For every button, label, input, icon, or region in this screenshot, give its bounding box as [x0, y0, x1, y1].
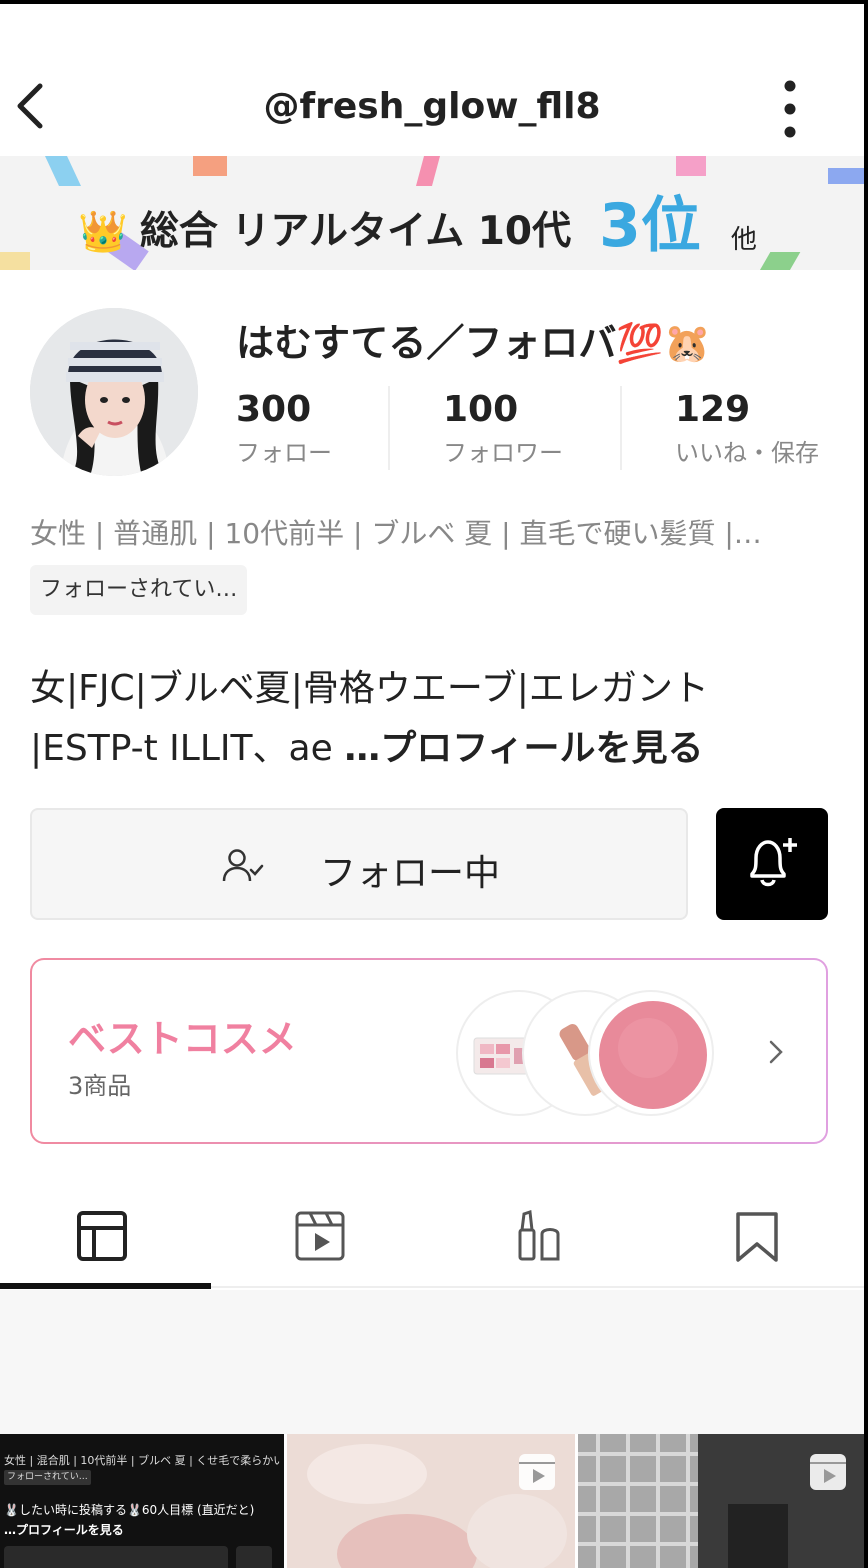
post-follow-button-image: [4, 1546, 228, 1568]
post-bio-text: 🐰したい時に投稿する🐰60人目標 (直近だと) …プロフィールを見る: [4, 1500, 284, 1540]
confetti-decoration: [757, 252, 801, 270]
more-vertical-icon: [784, 80, 796, 138]
ranking-text: 👑 総合 リアルタイム 10代 3位 他: [78, 194, 757, 258]
post-bio-line: 🐰したい時に投稿する🐰60人目標 (直近だと): [4, 1503, 255, 1517]
bio-line-2: |ESTP-t ILLIT、ae …プロフィールを見る: [30, 719, 830, 779]
user-check-icon: [222, 849, 264, 882]
profile-attributes: 女性 | 普通肌 | 10代前半 | ブルベ 夏 | 直毛で硬い髪質 |…: [30, 517, 762, 550]
best-cosme-card[interactable]: ベストコスメ 3商品: [30, 958, 828, 1144]
screen: @fresh_glow_fll8 👑 総合 リアルタイム 10代 3位 他 はむ…: [0, 0, 864, 1568]
followers-stat[interactable]: 100 フォロワー: [443, 384, 563, 470]
best-cosme-card-inner: ベストコスメ 3商品: [32, 960, 826, 1142]
ranking-position: 3位: [599, 191, 701, 261]
confetti-decoration: [415, 156, 441, 186]
ranking-other: 他: [730, 225, 757, 255]
post-thumbnail[interactable]: [578, 1434, 864, 1568]
see-profile-link[interactable]: …プロフィールを見る: [344, 728, 703, 769]
avatar-image: [30, 308, 198, 476]
profile-stats: 300 フォロー 100 フォロワー 129 いいね・保存: [236, 384, 836, 474]
bell-plus-icon: [750, 838, 797, 887]
following-button[interactable]: フォロー中: [30, 808, 688, 920]
video-icon: [295, 1211, 345, 1261]
profile-bio: 女|FJC|ブルベ夏|骨格ウエーブ|エレガント |ESTP-t ILLIT、ae…: [30, 659, 830, 779]
confetti-decoration: [193, 156, 227, 176]
follows-you-badge: フォローされてい…: [30, 565, 248, 615]
grid-icon: [77, 1211, 127, 1261]
likes-count: 129: [675, 389, 751, 430]
profile-handle: @fresh_glow_fll8: [263, 86, 601, 127]
notification-button[interactable]: [716, 808, 828, 920]
ranking-banner[interactable]: 👑 総合 リアルタイム 10代 3位 他: [0, 156, 864, 270]
best-cosme-title: ベストコスメ: [68, 1017, 297, 1061]
divider: [388, 386, 390, 470]
content-spacer: [0, 1290, 864, 1434]
tab-saved[interactable]: [648, 1194, 864, 1288]
ranking-category: 総合 リアルタイム 10代: [139, 209, 572, 254]
following-count: 300: [236, 389, 312, 430]
reel-icon: [519, 1454, 555, 1490]
confetti-decoration: [676, 156, 706, 176]
cosmetics-icon: [518, 1210, 560, 1261]
followers-count: 100: [443, 389, 519, 430]
post-grid: 女性 | 混合肌 | 10代前半 | ブルベ 夏 | くせ毛で柔らかい髪… フォ…: [0, 1434, 864, 1568]
post-bell-button-image: [236, 1546, 272, 1568]
following-stat[interactable]: 300 フォロー: [236, 384, 332, 470]
best-cosme-count: 3商品: [68, 1072, 132, 1100]
reel-icon: [810, 1454, 846, 1490]
following-label: フォロー: [236, 439, 332, 467]
confetti-decoration: [0, 252, 30, 270]
likes-stat[interactable]: 129 いいね・保存: [675, 384, 819, 470]
active-tab-indicator: [0, 1283, 211, 1289]
post-see-profile: …プロフィールを見る: [4, 1523, 124, 1537]
display-name: はむすてる／フォロバ💯🐹: [236, 321, 712, 365]
more-options-button[interactable]: [770, 78, 810, 142]
product-thumbnail: [588, 990, 714, 1116]
post-attributes-text: 女性 | 混合肌 | 10代前半 | ブルベ 夏 | くせ毛で柔らかい髪…: [4, 1454, 280, 1467]
profile-tabs: [0, 1194, 864, 1288]
tab-videos[interactable]: [216, 1194, 432, 1288]
followers-label: フォロワー: [443, 439, 563, 467]
following-button-label: フォロー中: [320, 853, 501, 894]
confetti-decoration: [45, 156, 81, 186]
top-bar: @fresh_glow_fll8: [0, 8, 864, 156]
avatar[interactable]: [30, 308, 198, 476]
blush-image: [599, 1001, 707, 1109]
crown-icon: 👑: [78, 209, 128, 255]
bio-line-2-text: |ESTP-t ILLIT、ae: [30, 728, 345, 769]
divider: [620, 386, 622, 470]
post-thumbnail[interactable]: 女性 | 混合肌 | 10代前半 | ブルベ 夏 | くせ毛で柔らかい髪… フォ…: [0, 1434, 284, 1568]
tab-cosmetics[interactable]: [432, 1194, 648, 1288]
likes-label: いいね・保存: [675, 439, 819, 467]
chevron-right-icon: [769, 1040, 783, 1064]
tab-posts[interactable]: [0, 1194, 216, 1288]
bookmark-icon: [736, 1212, 778, 1262]
bio-line-1: 女|FJC|ブルベ夏|骨格ウエーブ|エレガント: [30, 668, 709, 709]
confetti-decoration: [828, 168, 864, 184]
post-follows-badge: フォローされてい…: [4, 1470, 91, 1485]
post-thumbnail[interactable]: [287, 1434, 575, 1568]
